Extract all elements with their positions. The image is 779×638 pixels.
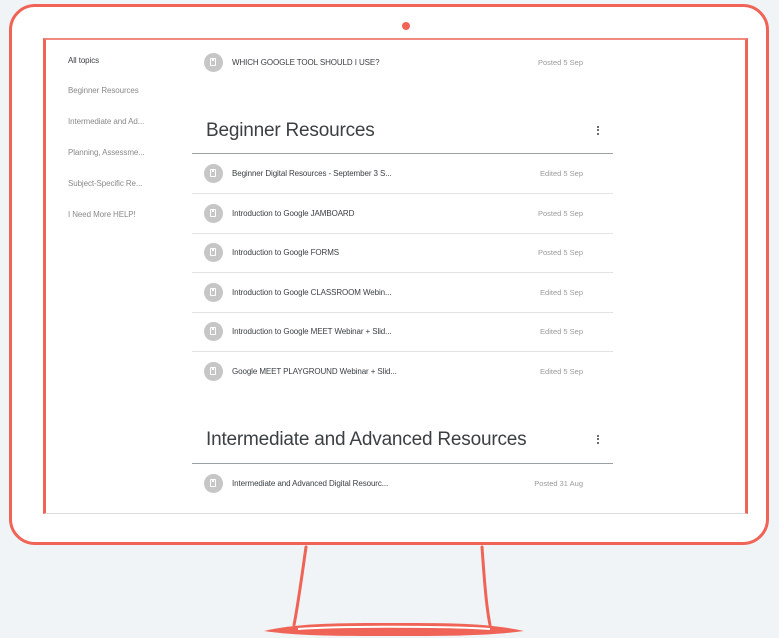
assignment-icon [204, 474, 223, 493]
sidebar-item-need-help[interactable]: I Need More HELP! [68, 210, 136, 219]
post-status: Edited 5 Sep [540, 169, 583, 178]
post-title: Introduction to Google JAMBOARD [232, 209, 355, 218]
assignment-icon [204, 204, 223, 223]
sidebar-item-all-topics[interactable]: All topics [68, 56, 99, 65]
pinned-post-row[interactable]: WHICH GOOGLE TOOL SHOULD I USE? Posted 5… [192, 43, 613, 82]
post-title: Introduction to Google CLASSROOM Webin..… [232, 288, 392, 297]
assignment-icon [204, 243, 223, 262]
sidebar-item-intermediate[interactable]: Intermediate and Ad... [68, 117, 144, 126]
list-item[interactable]: Intermediate and Advanced Digital Resour… [192, 464, 613, 503]
sidebar-item-planning[interactable]: Planning, Assessme... [68, 148, 145, 157]
list-item[interactable]: Beginner Digital Resources - September 3… [192, 154, 613, 194]
section-title-beginner: Beginner Resources [206, 120, 375, 141]
camera-dot [402, 22, 410, 30]
post-title: Introduction to Google MEET Webinar + Sl… [232, 327, 392, 336]
classroom-screen: All topics Beginner Resources Intermedia… [43, 38, 748, 514]
assignment-icon [204, 283, 223, 302]
section-title-intermediate: Intermediate and Advanced Resources [206, 429, 527, 450]
assignment-icon [204, 164, 223, 183]
list-item[interactable]: Introduction to Google CLASSROOM Webin..… [192, 273, 613, 313]
more-vert-icon[interactable] [595, 433, 601, 447]
post-title: Intermediate and Advanced Digital Resour… [232, 479, 389, 488]
sidebar-item-subject-specific[interactable]: Subject-Specific Re... [68, 179, 142, 188]
list-item[interactable]: Introduction to Google JAMBOARD Posted 5… [192, 194, 613, 234]
list-item[interactable]: Introduction to Google FORMS Posted 5 Se… [192, 233, 613, 273]
list-item[interactable]: Introduction to Google MEET Webinar + Sl… [192, 312, 613, 352]
post-status: Edited 5 Sep [540, 288, 583, 297]
post-title: Beginner Digital Resources - September 3… [232, 169, 392, 178]
monitor-stand [264, 545, 524, 636]
list-item[interactable]: Google MEET PLAYGROUND Webinar + Slid...… [192, 352, 613, 391]
post-title: Google MEET PLAYGROUND Webinar + Slid... [232, 367, 397, 376]
post-title: WHICH GOOGLE TOOL SHOULD I USE? [232, 58, 380, 67]
assignment-icon [204, 53, 223, 72]
post-status: Posted 31 Aug [534, 479, 583, 488]
post-status: Posted 5 Sep [537, 209, 583, 218]
sidebar-item-beginner-resources[interactable]: Beginner Resources [68, 86, 139, 95]
post-status: Posted 5 Sep [537, 248, 583, 257]
post-status: Edited 5 Sep [540, 327, 583, 336]
more-vert-icon[interactable] [595, 124, 601, 138]
assignment-icon [204, 322, 223, 341]
post-status: Edited 5 Sep [540, 367, 583, 376]
post-title: Introduction to Google FORMS [232, 248, 340, 257]
assignment-icon [204, 362, 223, 381]
post-status: Posted 5 Sep [537, 58, 583, 67]
